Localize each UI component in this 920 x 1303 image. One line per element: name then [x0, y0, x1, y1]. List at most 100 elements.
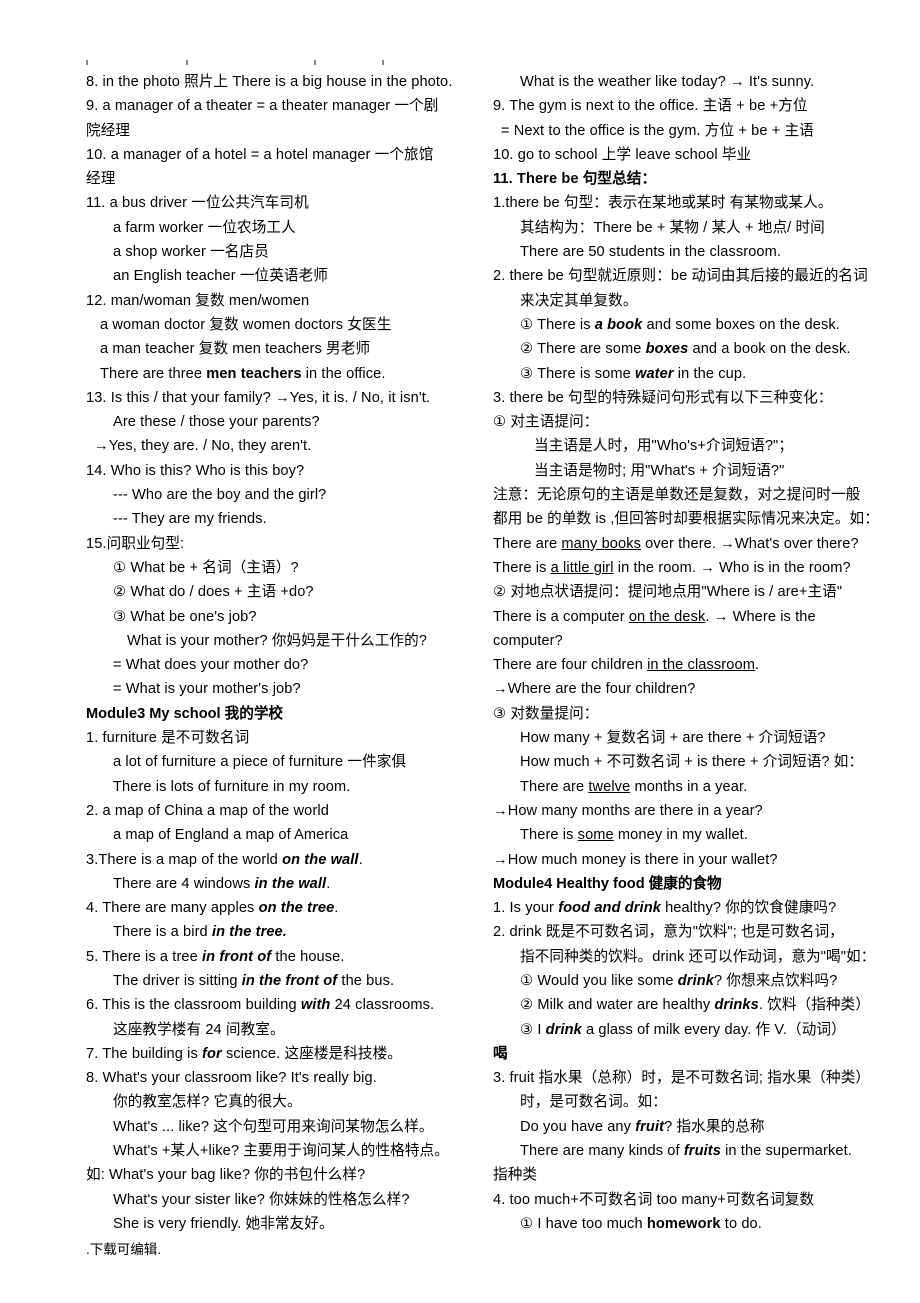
text-line: There is lots of furniture in my room.	[113, 778, 351, 795]
tick-mark-2	[186, 60, 188, 65]
text-line: There are many kinds of fruits in the su…	[520, 1143, 852, 1160]
text-line: ① What be + 名词（主语）?	[113, 559, 299, 576]
text-line: 7. The building is for science. 这座楼是科技楼。	[86, 1045, 402, 1062]
two-column-body: 8. in the photo 照片上 There is a big house…	[86, 70, 886, 1263]
text-line: How many + 复数名词 + are there + 介词短语?	[520, 730, 826, 747]
text-line: ③ I drink a glass of milk every day. 作 V…	[520, 1021, 846, 1038]
text-line: 3. there be 句型的特殊疑问句形式有以下三种变化：	[493, 389, 833, 406]
text-line: = What does your mother do?	[113, 657, 309, 674]
text-line: 9. The gym is next to the office. 主语 + b…	[493, 98, 808, 115]
text-line: 时，是可数名词。如：	[520, 1094, 667, 1111]
text-line: What's +某人+like? 主要用于询问某人的性格特点。	[113, 1143, 449, 1160]
text-line: The driver is sitting in the front of th…	[113, 972, 395, 989]
text-line: = What is your mother's job?	[113, 681, 301, 698]
text-line: a lot of furniture a piece of furniture …	[113, 754, 407, 771]
text-line: 你的教室怎样? 它真的很大。	[113, 1094, 302, 1111]
text-line: ② Milk and water are healthy drinks. 饮料（…	[520, 997, 871, 1014]
text-line: There are three men teachers in the offi…	[100, 365, 386, 382]
text-line: →How many months are there in a year?	[493, 802, 763, 819]
text-line: Do you have any fruit? 指水果的总称	[520, 1118, 765, 1135]
text-line: 10. a manager of a hotel = a hotel manag…	[86, 146, 434, 163]
module3-lines: 1. furniture 是不可数名词 a lot of furniture a …	[86, 726, 479, 1236]
left-column-lines: 8. in the photo 照片上 There is a big house…	[86, 70, 479, 702]
text-line: 如: What's your bag like? 你的书包什么样?	[86, 1167, 366, 1184]
text-line: 1.there be 句型：表示在某地或某时 有某物或某人。	[493, 195, 833, 212]
text-line: 来决定其单复数。	[520, 292, 638, 309]
text-line: There are twelve months in a year.	[520, 778, 748, 795]
text-line: ③ 对数量提问：	[493, 705, 599, 722]
text-line: ① Would you like some drink? 你想来点饮料吗?	[520, 972, 838, 989]
text-line: a woman doctor 复数 women doctors 女医生	[100, 316, 392, 333]
text-line: ① 对主语提问：	[493, 414, 599, 431]
text-line: an English teacher 一位英语老师	[113, 268, 329, 285]
text-line: →How much money is there in your wallet?	[493, 851, 778, 868]
text-line: 其结构为：There be + 某物 / 某人 + 地点/ 时间	[520, 219, 825, 236]
text-line: 经理	[86, 171, 116, 188]
text-line: 4. There are many apples on the tree.	[86, 900, 339, 917]
text-line: ③ What be one's job?	[113, 608, 257, 625]
text-line: 院经理	[86, 122, 131, 139]
text-line: 9. a manager of a theater = a theater ma…	[86, 98, 439, 115]
text-line: 14. Who is this? Who is this boy?	[86, 462, 305, 479]
text-line: Are these / those your parents?	[113, 414, 320, 431]
text-line: What's ... like? 这个句型可用来询问某物怎么样。	[113, 1118, 434, 1135]
text-line: What is your mother? 你妈妈是干什么工作的?	[127, 632, 427, 649]
text-line: 2. a map of China a map of the world	[86, 802, 329, 819]
text-line: 喝	[493, 1045, 508, 1062]
document-page: 8. in the photo 照片上 There is a big house…	[0, 0, 920, 1303]
text-line: 都用 be 的单数 is ,但回答时却要根据实际情况来决定。如：	[493, 511, 879, 528]
text-line: 2. there be 句型就近原则：be 动词由其后接的最近的名词	[493, 268, 868, 285]
text-line: ② What do / does + 主语 +do?	[113, 584, 314, 601]
text-line: 注意：无论原句的主语是单数还是复数，对之提问时一般	[493, 487, 861, 504]
text-line: There are 4 windows in the wall.	[113, 875, 331, 892]
module3-heading: Module3 My school 我的学校	[86, 705, 284, 722]
text-line: 1. Is your food and drink healthy? 你的饮食健…	[493, 900, 837, 917]
text-line: 13. Is this / that your family? →Yes, it…	[86, 389, 431, 406]
text-line: What is the weather like today? → It's s…	[520, 74, 815, 90]
tick-mark-1	[86, 60, 88, 65]
text-line: --- They are my friends.	[113, 511, 267, 528]
text-line: 8. in the photo 照片上 There is a big house…	[86, 74, 453, 90]
text-line: 3.There is a map of the world on the wal…	[86, 851, 363, 868]
text-line: There is a little girl in the room. → Wh…	[493, 559, 851, 576]
text-line: 8. What's your classroom like? It's real…	[86, 1070, 377, 1087]
right-column: What is the weather like today? → It's s…	[493, 70, 886, 1236]
module4-lines: 1. Is your food and drink healthy? 你的饮食健…	[493, 896, 886, 1236]
text-line: 15.问职业句型:	[86, 535, 185, 552]
text-line: a map of England a map of America	[113, 827, 349, 844]
text-line: What's your sister like? 你妹妹的性格怎么样?	[113, 1191, 410, 1208]
text-line: 11. a bus driver 一位公共汽车司机	[86, 195, 309, 212]
text-line: How much + 不可数名词 + is there + 介词短语? 如：	[520, 754, 864, 771]
text-line: 11. There be 句型总结：	[493, 171, 657, 188]
text-line: There is some money in my wallet.	[520, 827, 748, 844]
text-line: a man teacher 复数 men teachers 男老师	[100, 341, 371, 358]
text-line: computer?	[493, 632, 563, 649]
left-column: 8. in the photo 照片上 There is a big house…	[86, 70, 479, 1263]
text-line: 5. There is a tree in front of the house…	[86, 948, 345, 965]
tick-mark-4	[382, 60, 384, 65]
text-line: 指不同种类的饮料。drink 还可以作动词，意为"喝"如：	[520, 948, 876, 965]
text-line: --- Who are the boy and the girl?	[113, 487, 327, 504]
text-line: →Yes, they are. / No, they aren't.	[94, 438, 312, 455]
text-line: 10. go to school 上学 leave school 毕业	[493, 146, 752, 163]
page-footer: .下载可编辑.	[86, 1242, 162, 1258]
text-line: ② There are some boxes and a book on the…	[520, 341, 851, 358]
text-line: There are 50 students in the classroom.	[520, 244, 782, 261]
text-line: There are many books over there. →What's…	[493, 535, 859, 552]
text-line: ② 对地点状语提问：提问地点用"Where is / are+主语"	[493, 584, 843, 601]
text-line: There is a computer on the desk. → Where…	[493, 608, 816, 625]
text-line: 4. too much+不可数名词 too many+可数名词复数	[493, 1191, 815, 1208]
right-column-lines: What is the weather like today? → It's s…	[493, 70, 886, 872]
module4-heading: Module4 Healthy food 健康的食物	[493, 875, 722, 892]
text-line: She is very friendly. 她非常友好。	[113, 1215, 334, 1232]
text-line: 6. This is the classroom building with 2…	[86, 997, 435, 1014]
text-line: 当主语是人时，用"Who's+介词短语?"；	[534, 438, 794, 455]
text-line: 1. furniture 是不可数名词	[86, 730, 250, 747]
text-line: ③ There is some water in the cup.	[520, 365, 747, 382]
text-line: 这座教学楼有 24 间教室。	[113, 1021, 285, 1038]
text-line: a shop worker 一名店员	[113, 244, 269, 261]
text-line: There are four children in the classroom…	[493, 657, 760, 674]
text-line: = Next to the office is the gym. 方位 + be…	[501, 122, 814, 139]
text-line: 3. fruit 指水果（总称）时，是不可数名词; 指水果（种类）	[493, 1070, 871, 1087]
text-line: 2. drink 既是不可数名词，意为"饮料"; 也是可数名词，	[493, 924, 844, 941]
